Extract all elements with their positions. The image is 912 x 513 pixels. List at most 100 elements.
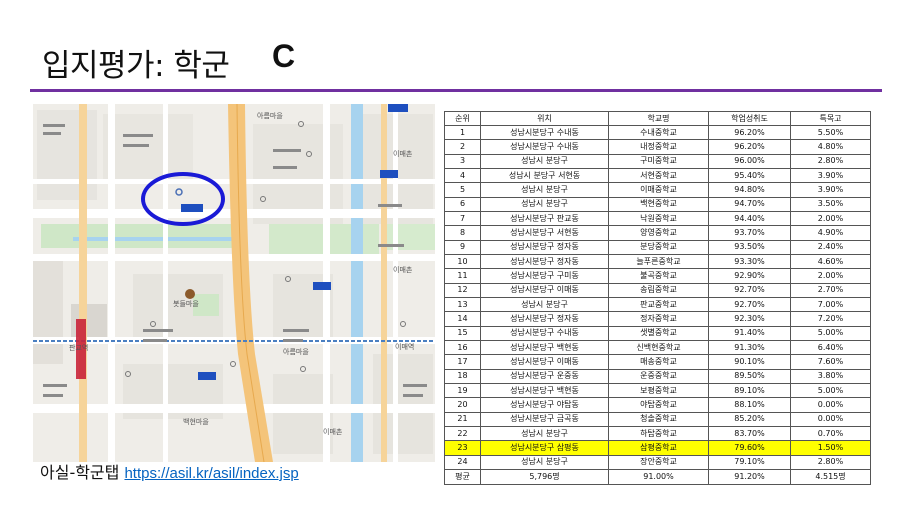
achievement-cell: 94.70% bbox=[708, 196, 791, 212]
special-cell: 2.00% bbox=[790, 268, 871, 284]
achievement-cell: 85.20% bbox=[708, 411, 791, 427]
achievement-cell: 79.10% bbox=[708, 454, 791, 471]
location-cell: 성남시분당구 백현동 bbox=[480, 382, 609, 399]
arterial-road bbox=[79, 104, 87, 462]
school-pin-icon bbox=[380, 170, 398, 178]
special-cell: 5.00% bbox=[790, 325, 871, 341]
map-label: 백현마을 bbox=[183, 417, 209, 426]
road bbox=[108, 104, 115, 462]
school-cell: 정자중학교 bbox=[608, 311, 709, 327]
map-label: 이매촌 bbox=[393, 149, 413, 158]
rank-cell: 2 bbox=[444, 139, 481, 155]
location-cell: 성남시분당구 정자동 bbox=[480, 239, 609, 255]
school-cell: 송림중학교 bbox=[608, 282, 709, 298]
table-row: 10 성남시분당구 정자동 늘푸른중학교 93.30% 4.60% bbox=[444, 253, 871, 270]
special-cell: 2.80% bbox=[790, 153, 871, 169]
achievement-cell: 96.00% bbox=[708, 153, 791, 169]
rank-cell: 16 bbox=[444, 339, 481, 356]
school-cell: 장안중학교 bbox=[608, 454, 709, 471]
achievement-cell: 79.60% bbox=[708, 440, 791, 456]
table-row: 20 성남시분당구 야탑동 야탑중학교 88.10% 0.00% bbox=[444, 397, 871, 413]
school-cell: 보평중학교 bbox=[608, 382, 709, 399]
rank-cell: 5 bbox=[444, 182, 481, 198]
location-cell: 성남시분당구 이매동 bbox=[480, 354, 609, 370]
asil-link[interactable]: https://asil.kr/asil/index.jsp bbox=[124, 465, 298, 482]
rank-cell: 19 bbox=[444, 382, 481, 399]
achievement-cell: 94.80% bbox=[708, 182, 791, 198]
table-row: 8 성남시분당구 서현동 양영중학교 93.70% 4.90% bbox=[444, 225, 871, 241]
location-cell: 성남시분당구 정자동 bbox=[480, 311, 609, 327]
achievement-cell: 92.70% bbox=[708, 282, 791, 298]
table-row: 23 성남시분당구 삼평동 삼평중학교 79.60% 1.50% bbox=[444, 440, 871, 456]
table-row: 22 성남시 분당구 하탑중학교 83.70% 0.70% bbox=[444, 425, 871, 442]
header-school: 학교명 bbox=[608, 111, 709, 126]
special-cell: 2.80% bbox=[790, 454, 871, 471]
rank-cell: 17 bbox=[444, 354, 481, 370]
rank-cell: 8 bbox=[444, 225, 481, 241]
achievement-cell: 89.50% bbox=[708, 368, 791, 384]
location-cell: 성남시분당구 수내동 bbox=[480, 325, 609, 341]
rank-cell: 23 bbox=[444, 440, 481, 456]
table-row: 1 성남시분당구 수내동 수내중학교 96.20% 5.50% bbox=[444, 124, 871, 141]
average-row: 평균 5,796명 91.00% 91.20% 4.515명 bbox=[444, 469, 871, 485]
location-cell: 성남시분당구 삼평동 bbox=[480, 440, 609, 456]
rank-cell: 11 bbox=[444, 268, 481, 284]
table-row: 24 성남시 분당구 장안중학교 79.10% 2.80% bbox=[444, 454, 871, 471]
map-canvas: 아름마을 이매촌 봇들마을 아름마을 백현마을 이매촌 이매촌 이매역 판교역 bbox=[33, 104, 435, 462]
special-cell: 0.00% bbox=[790, 411, 871, 427]
map-block bbox=[37, 110, 97, 200]
rank-cell: 13 bbox=[444, 296, 481, 313]
special-cell: 7.60% bbox=[790, 354, 871, 370]
location-cell: 성남시분당구 백현동 bbox=[480, 339, 609, 356]
table-row: 4 성남시 분당구 서현동 서현중학교 95.40% 3.90% bbox=[444, 167, 871, 184]
rank-cell: 12 bbox=[444, 282, 481, 298]
school-cell: 백현중학교 bbox=[608, 196, 709, 212]
school-pin-icon bbox=[181, 204, 203, 212]
map-label: 봇들마을 bbox=[173, 299, 199, 308]
achievement-cell: 95.40% bbox=[708, 167, 791, 184]
school-cell: 운중중학교 bbox=[608, 368, 709, 384]
school-cell: 샛별중학교 bbox=[608, 325, 709, 341]
special-cell: 0.70% bbox=[790, 425, 871, 442]
achievement-cell: 92.30% bbox=[708, 311, 791, 327]
rank-cell: 15 bbox=[444, 325, 481, 341]
rank-cell: 9 bbox=[444, 239, 481, 255]
location-cell: 성남시분당구 이매동 bbox=[480, 282, 609, 298]
special-cell: 4.60% bbox=[790, 253, 871, 270]
location-cell: 성남시분당구 운중동 bbox=[480, 368, 609, 384]
table-row: 3 성남시 분당구 구미중학교 96.00% 2.80% bbox=[444, 153, 871, 169]
school-map[interactable]: 아름마을 이매촌 봇들마을 아름마을 백현마을 이매촌 이매촌 이매역 판교역 bbox=[33, 104, 435, 462]
header-special-high: 특목고 bbox=[790, 111, 871, 126]
average-students: 5,796명 bbox=[480, 469, 609, 485]
achievement-cell: 83.70% bbox=[708, 425, 791, 442]
special-cell: 4.80% bbox=[790, 139, 871, 155]
map-label: 아름마을 bbox=[257, 111, 283, 120]
special-cell: 2.40% bbox=[790, 239, 871, 255]
special-cell: 6.40% bbox=[790, 339, 871, 356]
special-cell: 2.70% bbox=[790, 282, 871, 298]
special-cell: 5.00% bbox=[790, 382, 871, 399]
table-row: 2 성남시분당구 수내동 내정중학교 96.20% 4.80% bbox=[444, 139, 871, 155]
school-cell: 수내중학교 bbox=[608, 124, 709, 141]
achievement-cell: 89.10% bbox=[708, 382, 791, 399]
rank-cell: 22 bbox=[444, 425, 481, 442]
school-cell: 청솔중학교 bbox=[608, 411, 709, 427]
location-cell: 성남시 분당구 bbox=[480, 196, 609, 212]
table-row: 16 성남시분당구 백현동 신백현중학교 91.30% 6.40% bbox=[444, 339, 871, 356]
rank-cell: 6 bbox=[444, 196, 481, 212]
special-cell: 2.00% bbox=[790, 210, 871, 227]
achievement-cell: 92.70% bbox=[708, 296, 791, 313]
location-cell: 성남시분당구 수내동 bbox=[480, 139, 609, 155]
special-cell: 3.80% bbox=[790, 368, 871, 384]
avatar-marker bbox=[185, 289, 195, 299]
average-value: 91.00% bbox=[608, 469, 709, 485]
achievement-cell: 96.20% bbox=[708, 124, 791, 141]
location-cell: 성남시분당구 판교동 bbox=[480, 210, 609, 227]
school-cell: 불곡중학교 bbox=[608, 268, 709, 284]
location-cell: 성남시분당구 구미동 bbox=[480, 268, 609, 284]
park-area bbox=[41, 224, 239, 248]
achievement-cell: 92.90% bbox=[708, 268, 791, 284]
achievement-cell: 96.20% bbox=[708, 139, 791, 155]
school-cell: 낙원중학교 bbox=[608, 210, 709, 227]
location-cell: 성남시 분당구 bbox=[480, 153, 609, 169]
